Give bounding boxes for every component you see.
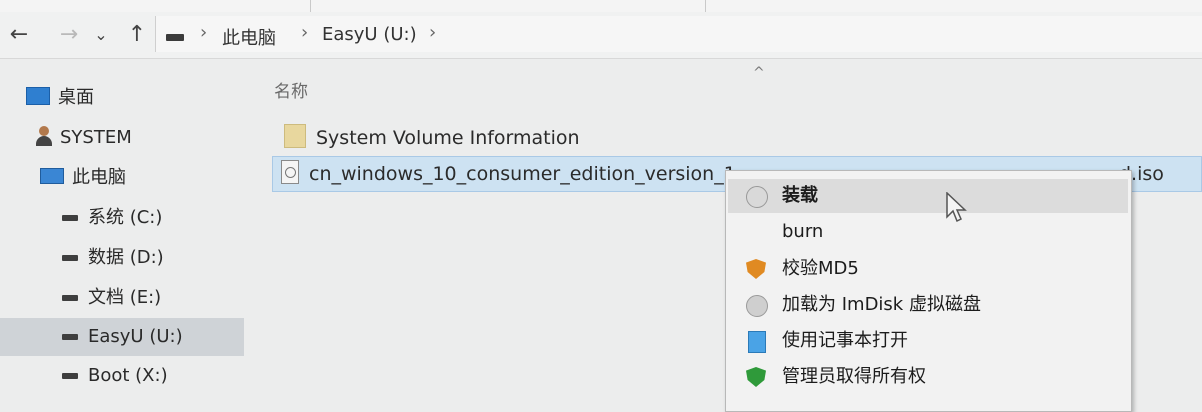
breadcrumb-separator: ›: [301, 22, 309, 43]
sidebar-item-desktop[interactable]: 桌面: [26, 79, 246, 117]
recent-locations-chevron-icon[interactable]: ⌄: [92, 22, 110, 48]
file-name: System Volume Information: [316, 127, 580, 149]
sidebar-item-label: 系统 (C:): [88, 207, 163, 228]
drive-icon: [62, 373, 78, 379]
navigation-pane: 桌面 SYSTEM 此电脑 系统 (C:) 数据 (D:) 文档 (E:) Ea…: [0, 59, 258, 400]
sort-ascending-icon: ^: [753, 65, 765, 81]
menu-item-take-ownership[interactable]: 管理员取得所有权: [728, 360, 1128, 394]
top-strip-divider: [310, 0, 311, 12]
menu-item-mount[interactable]: 装载: [728, 179, 1128, 213]
forward-arrow-icon[interactable]: →: [56, 22, 82, 48]
sidebar-item-label: 文档 (E:): [88, 287, 162, 308]
sidebar-item-label: 数据 (D:): [88, 247, 164, 268]
drive-icon: [166, 34, 184, 41]
sidebar-item-drive-x[interactable]: Boot (X:): [62, 357, 246, 395]
menu-item-label: 管理员取得所有权: [782, 366, 926, 387]
mouse-cursor-icon: [946, 192, 967, 223]
sidebar-item-this-pc[interactable]: 此电脑: [40, 159, 246, 197]
this-pc-icon: [40, 168, 64, 184]
shield-check-icon: [746, 367, 766, 387]
drive-icon: [62, 215, 78, 221]
address-bar[interactable]: › 此电脑 › EasyU (U:) ›: [155, 16, 1202, 52]
file-row-system-volume-information[interactable]: System Volume Information: [276, 121, 876, 155]
menu-item-open-with-notepad[interactable]: 使用记事本打开: [728, 324, 1128, 358]
disc-image-icon: [281, 160, 299, 184]
menu-item-verify-md5[interactable]: 校验MD5: [728, 252, 1128, 286]
breadcrumb-this-pc[interactable]: 此电脑: [222, 24, 276, 50]
breadcrumb-easyu[interactable]: EasyU (U:): [322, 24, 417, 45]
menu-item-label: 校验MD5: [782, 258, 859, 279]
sidebar-item-drive-d[interactable]: 数据 (D:): [62, 239, 246, 277]
breadcrumb-separator: ›: [429, 22, 437, 43]
mount-icon: [746, 186, 768, 208]
folder-icon: [284, 124, 306, 148]
menu-item-label: burn: [782, 221, 824, 242]
file-name: cn_windows_10_consumer_edition_version_1: [309, 163, 736, 185]
sidebar-item-label: 桌面: [58, 87, 94, 108]
sidebar-item-label: 此电脑: [72, 167, 126, 188]
drive-icon: [62, 295, 78, 301]
sidebar-item-label: Boot (X:): [88, 365, 168, 386]
drive-icon: [62, 334, 78, 340]
context-menu: 装载 burn 校验MD5 加载为 ImDisk 虚拟磁盘 使用记事本打开 管理…: [725, 170, 1132, 412]
notepad-icon: [748, 331, 766, 353]
user-folder-icon: [36, 126, 52, 146]
up-arrow-icon[interactable]: ↑: [124, 22, 150, 48]
menu-item-label: 使用记事本打开: [782, 330, 908, 351]
desktop-icon: [26, 87, 50, 105]
navigation-bar: ← → ⌄ ↑ › 此电脑 › EasyU (U:) ›: [0, 12, 1202, 59]
menu-item-imdisk-mount[interactable]: 加载为 ImDisk 虚拟磁盘: [728, 288, 1128, 322]
sidebar-item-drive-c[interactable]: 系统 (C:): [62, 199, 246, 237]
sidebar-item-label: EasyU (U:): [88, 326, 183, 347]
top-strip: [0, 0, 1202, 12]
shield-icon: [746, 259, 766, 279]
sidebar-item-system[interactable]: SYSTEM: [36, 119, 246, 157]
column-header-name[interactable]: 名称: [274, 77, 308, 102]
drive-icon: [62, 255, 78, 261]
sidebar-item-drive-e[interactable]: 文档 (E:): [62, 279, 246, 317]
breadcrumb-separator: ›: [200, 22, 208, 43]
menu-item-burn[interactable]: burn: [728, 215, 1128, 249]
back-arrow-icon[interactable]: ←: [6, 22, 32, 48]
menu-item-label: 装载: [782, 185, 818, 206]
top-strip-divider: [705, 0, 706, 12]
disc-icon: [746, 295, 768, 317]
sidebar-item-drive-u[interactable]: EasyU (U:): [0, 318, 244, 356]
menu-item-label: 加载为 ImDisk 虚拟磁盘: [782, 294, 981, 315]
sidebar-item-label: SYSTEM: [60, 127, 132, 148]
